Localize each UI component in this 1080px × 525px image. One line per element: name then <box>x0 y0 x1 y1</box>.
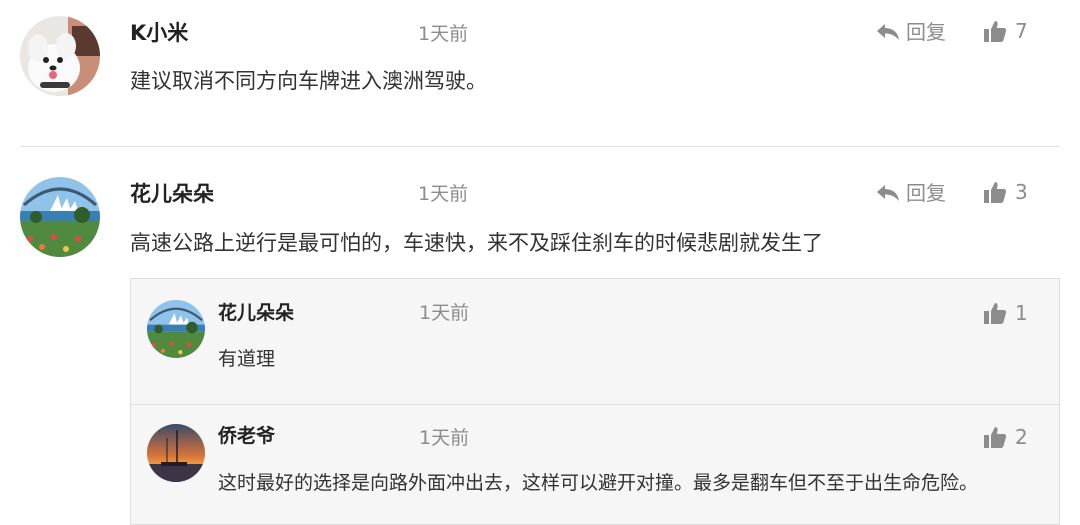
reply-arrow-icon <box>877 185 899 201</box>
thumbs-up-icon <box>984 182 1007 203</box>
reply-label: 回复 <box>906 20 946 44</box>
comment-text: 高速公路上逆行是最可怕的，车速快，来不及踩住刹车的时候悲剧就发生了 <box>130 231 823 255</box>
sub-comment-item: 花儿朵朵 1天前 1 有道理 <box>131 279 1059 404</box>
comment-text: 建议取消不同方向车牌进入澳洲驾驶。 <box>130 69 487 93</box>
like-count: 3 <box>1015 180 1028 204</box>
avatar[interactable] <box>20 16 100 96</box>
sub-comment-item: 侨老爷 1天前 2 这时最好的选择是向路外面冲出去，这样可以避开对撞。最多是翻车… <box>131 405 1059 524</box>
reply-button[interactable]: 回复 <box>876 20 946 44</box>
comment-time: 1天前 <box>418 23 469 45</box>
comment-time: 1天前 <box>418 183 469 205</box>
like-count: 7 <box>1015 19 1028 43</box>
sydney-opera-house-avatar-icon <box>147 300 205 358</box>
comment-username[interactable]: K小米 <box>130 21 188 45</box>
avatar[interactable] <box>20 177 100 257</box>
comment-item: K小米 1天前 回复 7 建议取消不同方向车牌进入澳洲驾驶。 <box>0 0 1080 146</box>
sunset-harbor-avatar-icon <box>147 424 205 482</box>
avatar[interactable] <box>147 300 205 358</box>
reply-button[interactable]: 回复 <box>876 181 946 205</box>
thumbs-up-icon <box>984 21 1007 42</box>
comment-username[interactable]: 花儿朵朵 <box>130 182 214 206</box>
reply-arrow-icon <box>877 24 899 40</box>
thumbs-up-icon <box>984 427 1007 448</box>
sub-comment-username[interactable]: 侨老爷 <box>218 424 275 448</box>
like-button[interactable]: 7 <box>983 19 1028 43</box>
sub-comment-time: 1天前 <box>419 427 470 449</box>
sub-comment-time: 1天前 <box>419 302 470 324</box>
sub-comment-text: 这时最好的选择是向路外面冲出去，这样可以避开对撞。最多是翻车但不至于出生命危险。 <box>218 472 979 494</box>
like-count: 2 <box>1015 425 1028 449</box>
sub-comment-text: 有道理 <box>218 348 276 370</box>
like-button[interactable]: 1 <box>983 301 1028 325</box>
white-dog-avatar-icon <box>20 16 100 96</box>
thumbs-up-icon <box>984 303 1007 324</box>
sydney-opera-house-avatar-icon <box>20 177 100 257</box>
sub-comment-list: 花儿朵朵 1天前 1 有道理 侨老爷 1天前 2 这时最好的选择是向路外面冲出去… <box>130 278 1060 525</box>
like-button[interactable]: 3 <box>983 180 1028 204</box>
like-button[interactable]: 2 <box>983 425 1028 449</box>
like-count: 1 <box>1015 301 1028 325</box>
avatar[interactable] <box>147 424 205 482</box>
reply-label: 回复 <box>906 181 946 205</box>
comment-item: 花儿朵朵 1天前 回复 3 高速公路上逆行是最可怕的，车速快，来不及踩住刹车的时… <box>0 147 1080 525</box>
sub-comment-username[interactable]: 花儿朵朵 <box>218 301 294 325</box>
